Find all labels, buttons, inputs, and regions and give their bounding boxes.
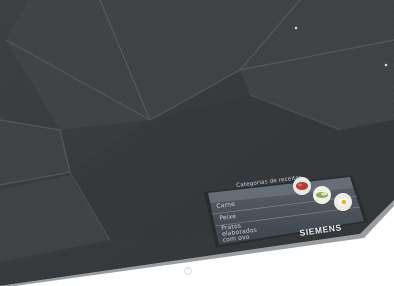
indicator-dot-icon (384, 63, 388, 67)
cooktop-scene: SIEMENS (0, 0, 394, 286)
fish-thumbnail-icon (313, 186, 331, 204)
egg-thumbnail-icon (334, 193, 352, 211)
indicator-dot-icon (294, 26, 298, 30)
power-icon[interactable] (184, 267, 192, 275)
